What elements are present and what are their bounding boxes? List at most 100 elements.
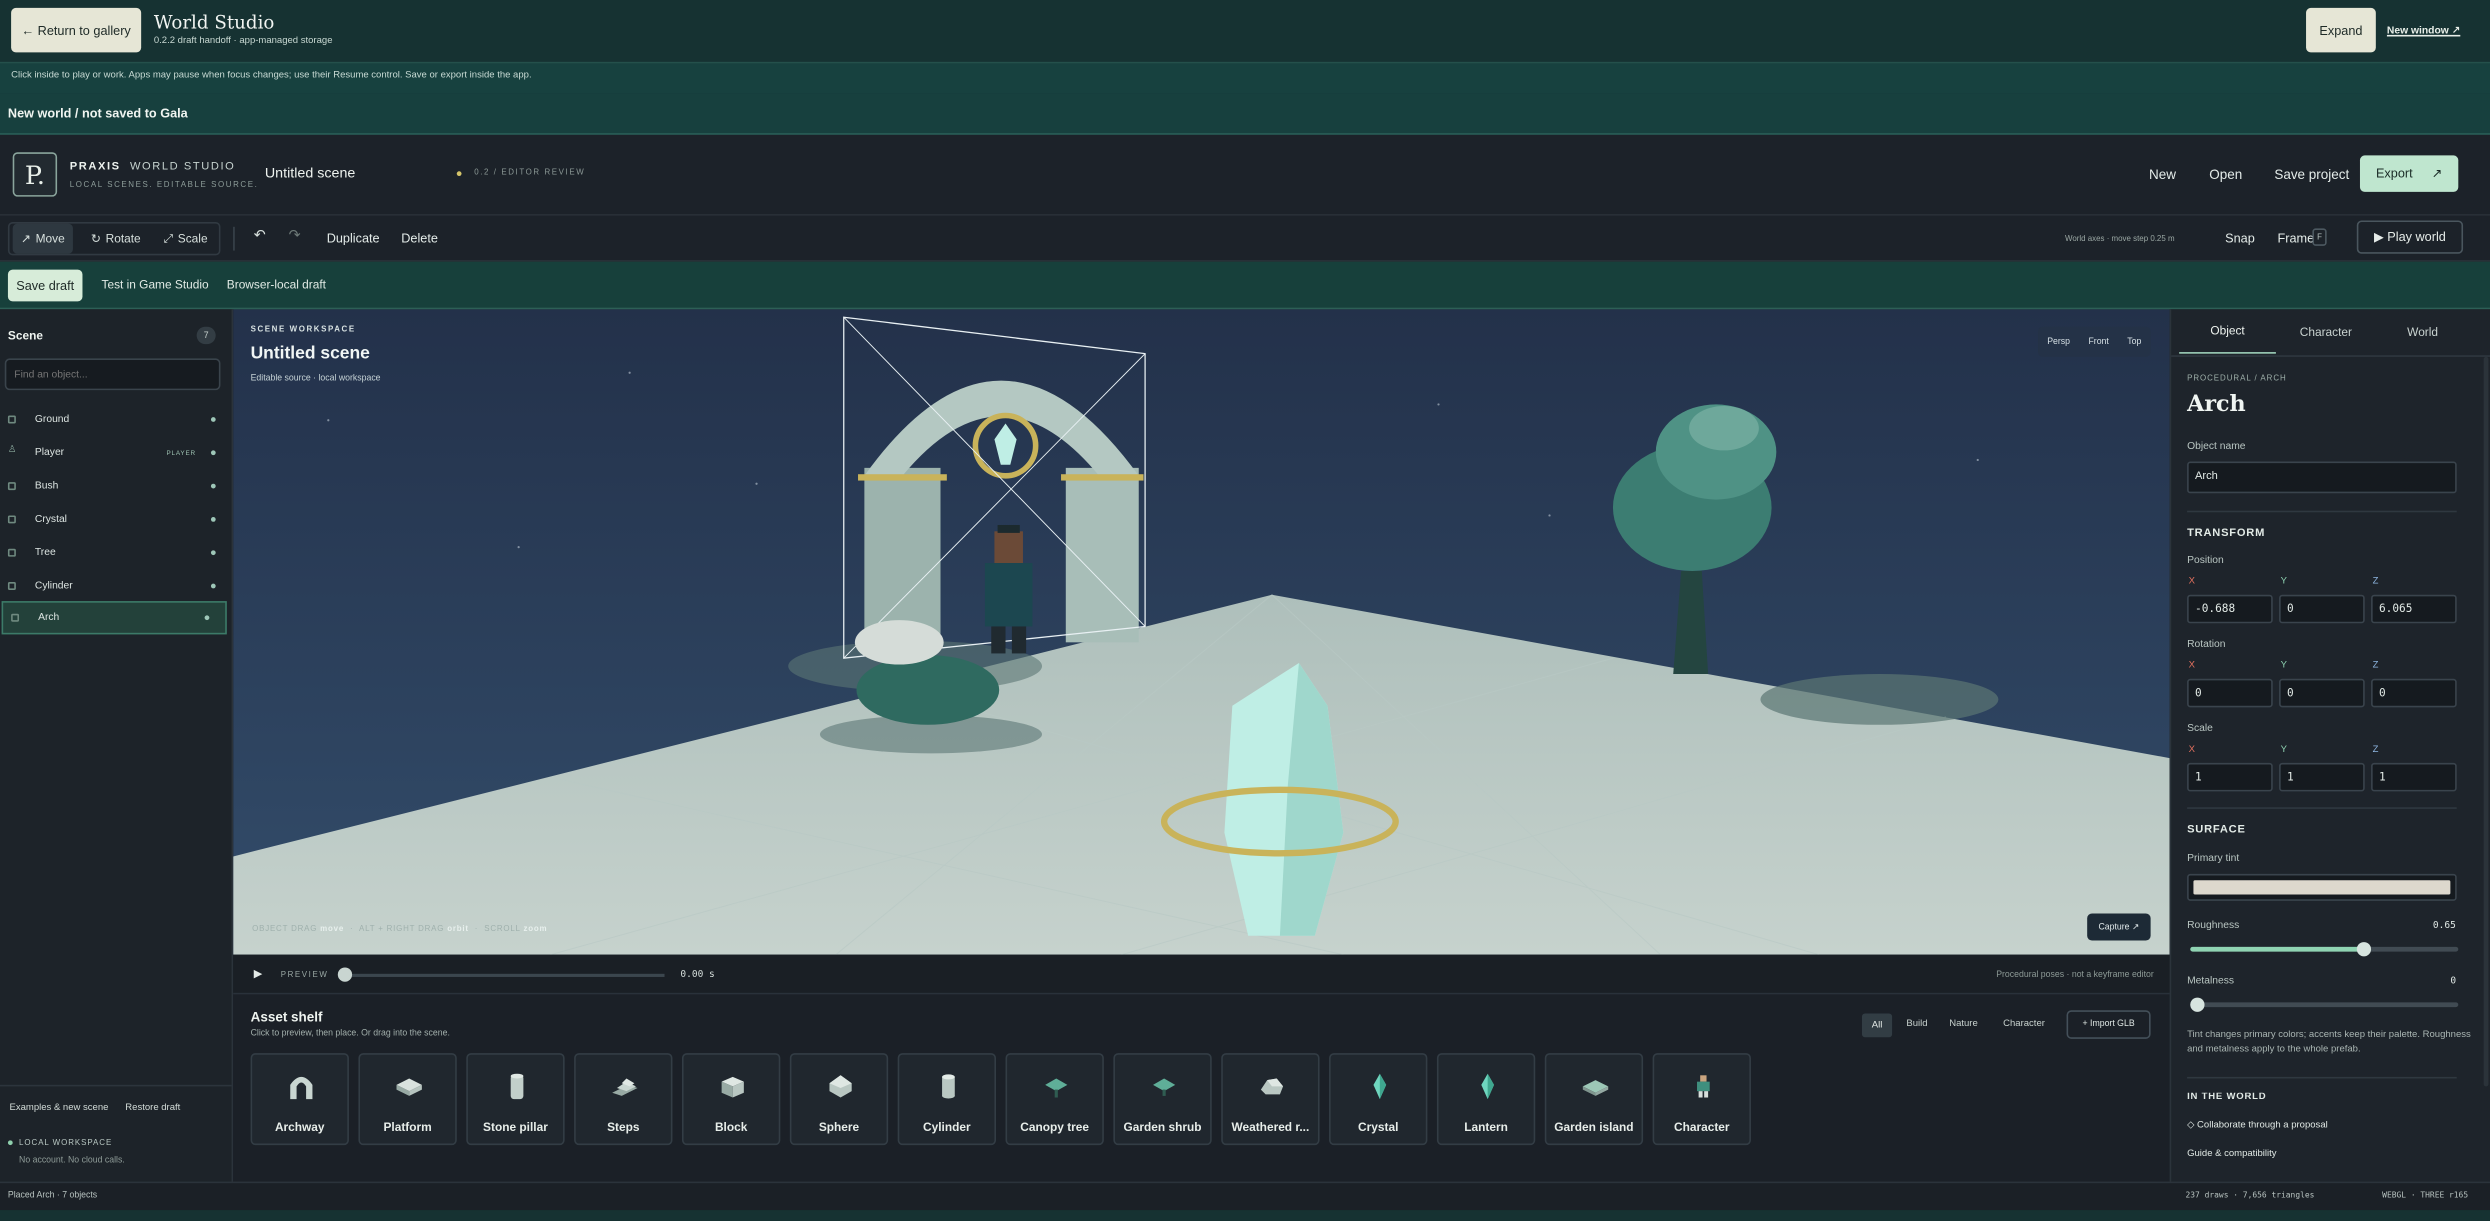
filter-character[interactable]: Character [2003,1020,2045,1030]
scene-item-bush[interactable]: Bush [0,469,232,502]
metalness-slider-track[interactable] [2190,1002,2459,1008]
collaborate-link[interactable]: ◇ Collaborate through a proposal [2187,1120,2328,1131]
inspector-scrollbar[interactable] [2483,356,2489,1087]
visibility-dot[interactable] [210,583,216,589]
asset-card-steps[interactable]: Steps [574,1053,673,1146]
viewport-subtitle: Editable source · local workspace [250,374,381,384]
scale-y-field[interactable]: 1 [2279,762,2365,792]
scene-item-cylinder[interactable]: Cylinder [0,569,232,602]
save-draft-button[interactable]: Save draft [7,269,83,302]
view-mode-switch: Persp Front Top [2038,326,2151,357]
position-y-field[interactable]: 0 [2279,594,2365,624]
asset-card-archway[interactable]: Archway [250,1053,349,1146]
3d-viewport[interactable]: SCENE WORKSPACE Untitled scene Editable … [233,309,2170,955]
tab-object[interactable]: Object [2179,309,2276,354]
scale-x-field[interactable]: 1 [2187,762,2273,792]
move-icon: ↗ [20,231,31,246]
asset-card-canopy-tree[interactable]: Canopy tree [1005,1053,1104,1146]
new-window-link[interactable]: New window ↗ [2387,24,2460,36]
play-preview-button[interactable]: ▶ [254,967,263,980]
scene-item-arch[interactable]: Arch [1,601,227,635]
filter-build[interactable]: Build [1906,1020,1927,1030]
examples-new-scene-link[interactable]: Examples & new scene [10,1104,109,1114]
asset-card-lantern[interactable]: Lantern [1436,1053,1536,1146]
visibility-dot[interactable] [210,483,216,489]
asset-card-crystal[interactable]: Crystal [1329,1053,1428,1146]
object-search-input[interactable] [4,358,221,391]
position-z-field[interactable]: 6.065 [2371,594,2457,624]
view-persp-button[interactable]: Persp [2047,337,2070,347]
export-button[interactable]: Export ↗ [2359,155,2459,192]
cube-icon [7,548,16,557]
scene-item-player[interactable]: ♙ Player PLAYER [0,436,232,469]
import-glb-button[interactable]: + Import GLB [2066,1010,2151,1039]
scene-item-crystal[interactable]: Crystal [0,503,232,536]
asset-card-platform[interactable]: Platform [358,1053,457,1146]
visibility-dot[interactable] [204,615,210,621]
roughness-slider-track[interactable] [2190,946,2459,952]
preview-timeline: ▶ PREVIEW 0.00 s Procedural poses · not … [233,954,2170,995]
redo-button[interactable]: ↷ [289,227,301,244]
new-button[interactable]: New [2149,167,2176,183]
filter-nature[interactable]: Nature [1949,1020,1978,1030]
return-to-gallery-button[interactable]: ← Return to gallery [11,7,142,53]
move-tool-button[interactable]: ↗ Move [12,223,73,254]
cube-icon [7,515,16,524]
snap-toggle[interactable]: Snap [2225,232,2255,246]
asset-shelf: Asset shelf Click to preview, then place… [233,994,2170,1182]
delete-button[interactable]: Delete [401,232,438,246]
visibility-dot[interactable] [210,417,216,422]
sphere-icon [829,1075,852,1098]
view-front-button[interactable]: Front [2088,337,2108,347]
preview-slider-track[interactable] [340,973,665,977]
asset-card-character[interactable]: Character [1652,1053,1751,1146]
restore-draft-link[interactable]: Restore draft [125,1104,180,1114]
rotation-y-field[interactable]: 0 [2279,678,2365,708]
frame-button[interactable]: Frame [2277,232,2314,246]
position-x-field[interactable]: -0.688 [2187,594,2273,624]
visibility-dot[interactable] [210,450,216,456]
tab-character[interactable]: Character [2277,309,2374,353]
filter-all[interactable]: All [1861,1013,1893,1038]
scene-item-ground[interactable]: Ground [0,403,232,436]
duplicate-button[interactable]: Duplicate [327,232,380,246]
steps-icon [612,1078,638,1096]
open-button[interactable]: Open [2209,167,2242,183]
visibility-dot[interactable] [210,517,216,522]
rotation-z-field[interactable]: 0 [2371,678,2457,708]
scene-render[interactable] [233,309,2170,955]
asset-card-block[interactable]: Block [681,1053,781,1146]
scale-z-field[interactable]: 1 [2371,762,2457,792]
surface-note: Tint changes primary colors; accents kee… [2187,1030,2471,1055]
capture-button[interactable]: Capture ↗ [2087,913,2151,941]
visibility-dot[interactable] [210,550,216,556]
undo-button[interactable]: ↶ [254,227,266,244]
scene-item-tree[interactable]: Tree [0,536,232,569]
asset-card-cylinder[interactable]: Cylinder [897,1053,997,1146]
save-project-button[interactable]: Save project [2274,167,2349,183]
shrub-icon [1153,1078,1176,1096]
expand-button[interactable]: Expand [2306,7,2376,53]
asset-card-garden-island[interactable]: Garden island [1544,1053,1644,1146]
rotation-x-field[interactable]: 0 [2187,678,2273,708]
axis-z-label: Z [2372,745,2379,755]
asset-card-sphere[interactable]: Sphere [789,1053,889,1146]
axis-z-label: Z [2372,577,2379,587]
play-world-button[interactable]: ▶ Play world [2356,220,2464,254]
test-in-game-studio-button[interactable]: Test in Game Studio [102,278,209,292]
rock-icon [1260,1078,1284,1095]
scale-tool-button[interactable]: ⤢ Scale [159,224,213,254]
primary-tint-picker[interactable] [2187,873,2457,901]
engine-label: WEBGL · THREE r165 [2382,1191,2469,1201]
view-top-button[interactable]: Top [2127,337,2141,347]
asset-card-stone-pillar[interactable]: Stone pillar [466,1053,565,1146]
rotate-tool-button[interactable]: ↻ Rotate [84,224,147,254]
guide-compatibility-link[interactable]: Guide & compatibility [2187,1150,2276,1160]
object-name-field[interactable]: Arch [2187,461,2457,494]
preview-slider-thumb[interactable] [337,967,353,982]
tab-world[interactable]: World [2374,309,2471,353]
asset-card-weathered-rock[interactable]: Weathered r... [1221,1053,1320,1146]
asset-card-garden-shrub[interactable]: Garden shrub [1113,1053,1212,1146]
metalness-slider-thumb[interactable] [2190,997,2205,1012]
roughness-slider-thumb[interactable] [2356,942,2372,957]
